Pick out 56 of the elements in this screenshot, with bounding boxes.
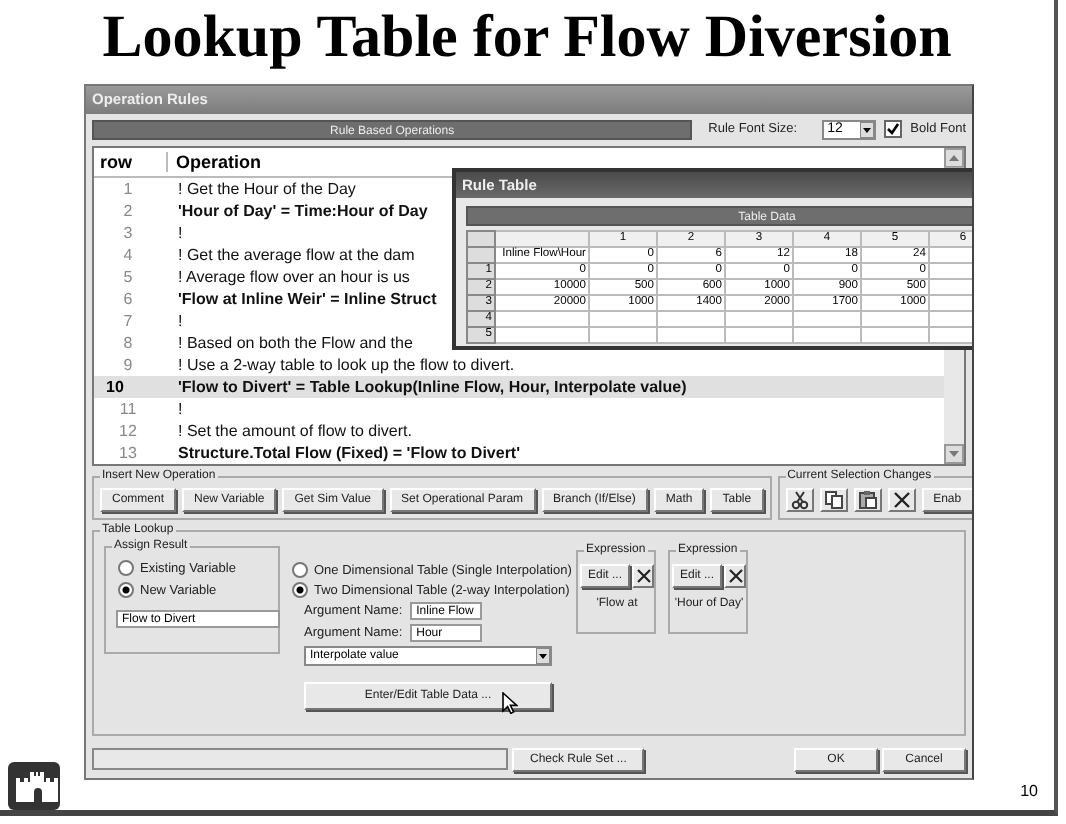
rule-row[interactable]: 11 ! bbox=[94, 398, 944, 420]
line-number: 1 bbox=[121, 180, 135, 198]
radio-button[interactable] bbox=[118, 582, 134, 598]
line-number: 9 bbox=[121, 356, 135, 374]
rule-row[interactable]: 10 'Flow to Divert' = Table Lookup(Inline Flow, Hour, Interpolate value) bbox=[94, 376, 944, 398]
line-number: 11 bbox=[117, 400, 139, 418]
close-icon bbox=[727, 568, 744, 584]
slide-title: Lookup Table for Flow Diversion bbox=[102, 2, 952, 74]
line-number: 2 bbox=[121, 202, 135, 220]
mouse-cursor-icon bbox=[502, 692, 518, 714]
rule-row[interactable]: 13 Structure.Total Flow (Fixed) = 'Flow to Divert' bbox=[94, 442, 944, 464]
rule-comment: ! Set the amount of flow to divert. bbox=[176, 422, 412, 440]
line-number: 12 bbox=[117, 422, 139, 440]
caret-icon[interactable] bbox=[536, 648, 550, 664]
toolbar-button[interactable] bbox=[785, 488, 814, 512]
clipboard-icon bbox=[857, 490, 878, 510]
rule-comment: ! Average flow over an hour is us bbox=[176, 268, 410, 286]
castle-icon bbox=[8, 762, 60, 810]
rule-comment: ! Use a 2-way table to look up the flow to divert. bbox=[176, 356, 515, 374]
rule-comment: ! bbox=[176, 400, 183, 418]
rule-row[interactable]: 12 ! Set the amount of flow to divert. bbox=[94, 420, 944, 442]
rule-comment: ! Get the average flow at the dam bbox=[176, 246, 415, 264]
caret-icon[interactable] bbox=[860, 121, 875, 137]
rule-statement: 'Flow to Divert' = Table Lookup(Inline Flow, Hour, Interpolate value) bbox=[176, 378, 687, 396]
rule-statement: Structure.Total Flow (Fixed) = 'Flow to Divert' bbox=[176, 444, 520, 462]
copy-icon bbox=[823, 490, 844, 510]
rule-row[interactable]: 9 ! Use a 2-way table to look up the flow to divert. bbox=[94, 354, 944, 376]
rule-statement: 'Hour of Day' = Time:Hour of Day bbox=[176, 202, 428, 220]
line-number: 7 bbox=[121, 312, 135, 330]
line-number: 4 bbox=[121, 246, 135, 264]
column-header: row bbox=[94, 152, 168, 172]
line-number: 13 bbox=[117, 444, 139, 462]
rule-comment: ! Get the Hour of the Day bbox=[176, 180, 356, 198]
line-number: 6 bbox=[121, 290, 135, 308]
toolbar-button[interactable] bbox=[819, 488, 848, 512]
delete-button[interactable] bbox=[632, 564, 655, 588]
close-icon bbox=[635, 568, 652, 584]
delete-button[interactable] bbox=[724, 564, 747, 588]
rule-comment: ! bbox=[176, 312, 183, 330]
radio-button[interactable] bbox=[292, 582, 308, 598]
rule-comment: ! Based on both the Flow and the bbox=[176, 334, 413, 352]
delete-icon bbox=[891, 490, 912, 510]
line-number: 10 bbox=[104, 378, 126, 396]
rule-statement: 'Flow at Inline Weir' = Inline Struct bbox=[176, 290, 437, 308]
scissors-icon bbox=[789, 490, 810, 510]
radio-button[interactable] bbox=[118, 560, 134, 576]
toolbar-button[interactable] bbox=[853, 488, 882, 512]
line-number: 5 bbox=[121, 268, 135, 286]
checkbox[interactable] bbox=[884, 120, 903, 138]
line-number: 3 bbox=[121, 224, 135, 242]
toolbar-button[interactable] bbox=[887, 488, 916, 512]
page-number: 10 bbox=[1020, 782, 1040, 804]
radio-button[interactable] bbox=[292, 562, 308, 578]
rule-comment: ! bbox=[176, 224, 183, 242]
column-header: Operation bbox=[174, 152, 262, 172]
line-number: 8 bbox=[121, 334, 135, 352]
